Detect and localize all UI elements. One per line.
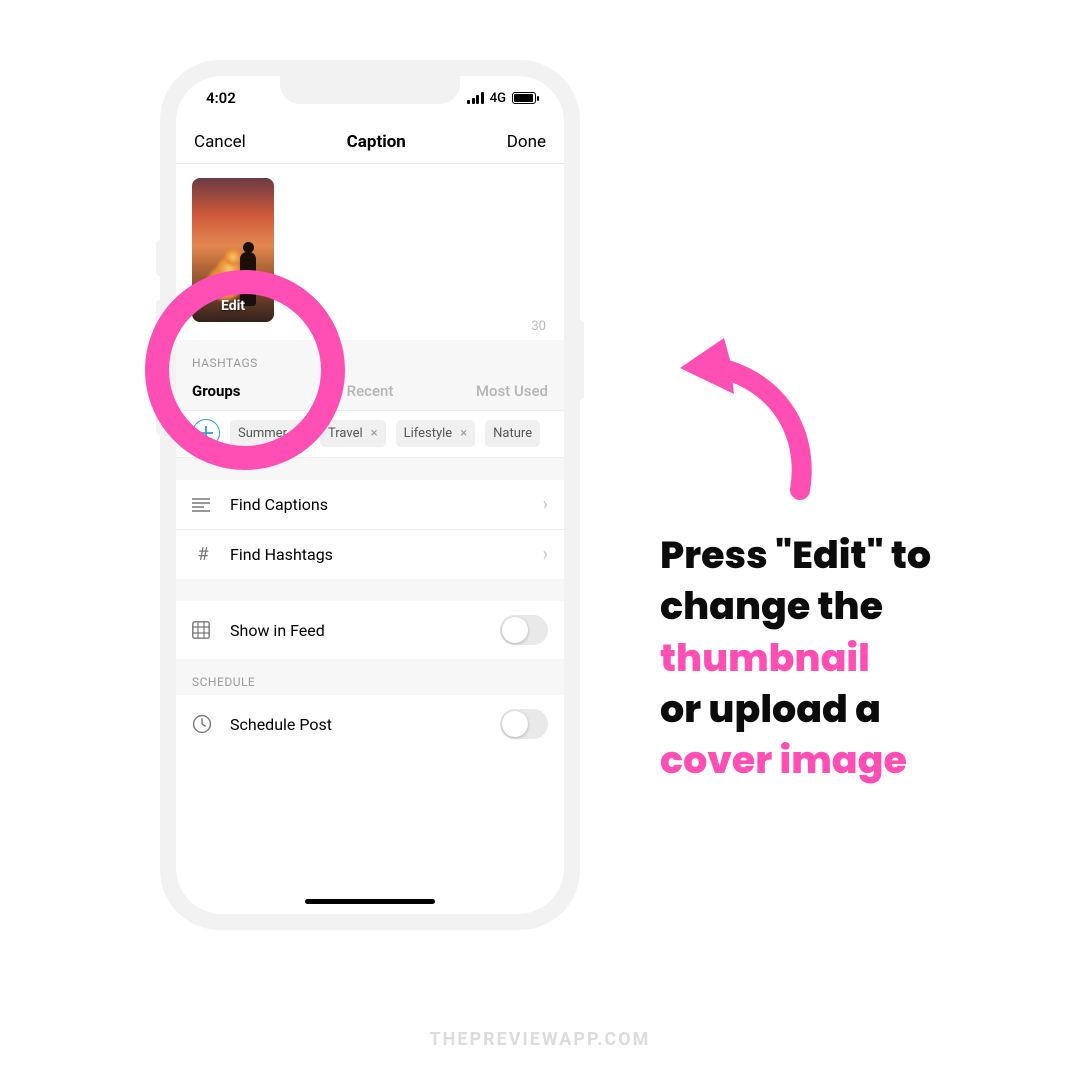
schedule-post-row: Schedule Post	[176, 695, 564, 753]
chip-label: Summer	[238, 426, 287, 441]
phone-side-button	[156, 375, 162, 435]
chip-label: Nature	[493, 426, 532, 441]
tab-most-used[interactable]: Most Used	[429, 382, 548, 400]
chip-remove-icon[interactable]: ×	[295, 426, 302, 441]
home-indicator[interactable]	[305, 899, 435, 904]
caption-area[interactable]: Edit 30	[176, 164, 564, 340]
done-button[interactable]: Done	[507, 132, 546, 152]
plus-icon	[199, 426, 213, 440]
row-label: Find Hashtags	[230, 545, 527, 564]
find-captions-row[interactable]: Find Captions ›	[176, 480, 564, 530]
page-title: Caption	[347, 132, 406, 152]
phone-side-button	[156, 300, 162, 360]
hashtag-tabs: Groups Recent Most Used	[176, 376, 564, 410]
tab-groups[interactable]: Groups	[192, 382, 311, 400]
callout-line: change the	[660, 581, 1010, 632]
phone-screen: 4:02 4G Cancel Caption Done Edit 30 HASH…	[176, 76, 564, 914]
callout-line: Press "Edit" to	[660, 530, 1010, 581]
annotation-arrow	[660, 320, 840, 500]
phone-frame: 4:02 4G Cancel Caption Done Edit 30 HASH…	[160, 60, 580, 930]
grid-icon	[192, 621, 214, 639]
schedule-section-label: SCHEDULE	[176, 659, 564, 695]
callout-line-highlight: thumbnail	[660, 633, 1010, 684]
show-in-feed-row: Show in Feed	[176, 601, 564, 659]
phone-side-button	[156, 240, 162, 276]
schedule-post-toggle[interactable]	[500, 709, 548, 739]
show-in-feed-toggle[interactable]	[500, 615, 548, 645]
footer-watermark: THEPREVIEWAPP.COM	[0, 1029, 1080, 1050]
hashtag-chips-row[interactable]: Summer × Travel × Lifestyle × Nature	[176, 410, 564, 458]
hashtag-chip[interactable]: Lifestyle ×	[396, 420, 476, 447]
cancel-button[interactable]: Cancel	[194, 132, 246, 152]
hashtag-chip[interactable]: Summer ×	[230, 420, 310, 447]
status-time: 4:02	[206, 89, 236, 107]
status-network: 4G	[490, 91, 506, 106]
row-label: Schedule Post	[230, 715, 484, 734]
edit-thumbnail-button[interactable]: Edit	[192, 298, 274, 314]
hashtags-section-label: HASHTAGS	[176, 340, 564, 376]
chevron-right-icon: ›	[543, 544, 548, 565]
callout-line: or upload a	[660, 684, 1010, 735]
phone-notch	[280, 76, 460, 104]
chip-remove-icon[interactable]: ×	[371, 426, 378, 441]
signal-icon	[467, 92, 484, 104]
battery-icon	[512, 92, 536, 104]
video-thumbnail[interactable]: Edit	[192, 178, 274, 322]
add-hashtag-button[interactable]	[192, 419, 220, 447]
chevron-right-icon: ›	[543, 494, 548, 515]
row-label: Find Captions	[230, 495, 527, 514]
chip-label: Lifestyle	[404, 426, 453, 441]
hashtag-icon: #	[192, 544, 214, 565]
annotation-text: Press "Edit" to change the thumbnail or …	[660, 530, 1010, 786]
phone-power-button	[578, 320, 584, 400]
hashtag-chip[interactable]: Nature	[485, 420, 540, 447]
chip-label: Travel	[328, 426, 363, 441]
hashtag-chip[interactable]: Travel ×	[320, 420, 386, 447]
callout-line-highlight: cover image	[660, 735, 1010, 786]
find-hashtags-row[interactable]: # Find Hashtags ›	[176, 530, 564, 579]
nav-bar: Cancel Caption Done	[176, 120, 564, 164]
row-label: Show in Feed	[230, 621, 484, 640]
paragraph-icon	[192, 498, 214, 512]
chip-remove-icon[interactable]: ×	[460, 426, 467, 441]
caption-counter: 30	[531, 319, 546, 334]
clock-icon	[192, 714, 214, 734]
tab-recent[interactable]: Recent	[311, 382, 430, 400]
